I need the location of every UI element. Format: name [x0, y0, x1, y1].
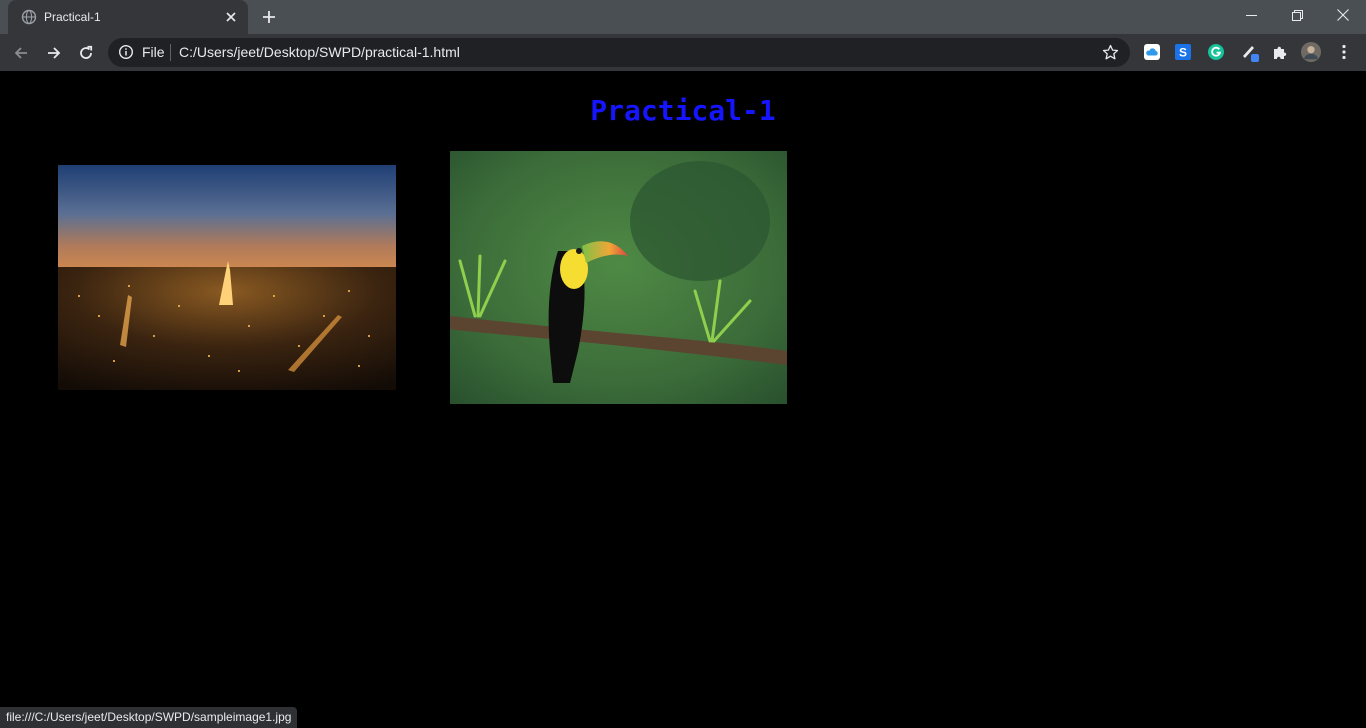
bookmark-star-icon[interactable]: [1102, 44, 1119, 61]
close-window-button[interactable]: [1320, 0, 1366, 30]
status-bar-url: file:///C:/Users/jeet/Desktop/SWPD/sampl…: [0, 707, 298, 728]
chip-divider: [170, 44, 171, 61]
tab-strip: Practical-1: [0, 0, 1366, 34]
paris-night-image[interactable]: [58, 165, 396, 390]
scheme-chip[interactable]: File: [142, 44, 165, 61]
browser-toolbar: File C:/Users/jeet/Desktop/SWPD/practica…: [0, 34, 1366, 71]
tab-title: Practical-1: [44, 10, 101, 24]
puzzle-icon[interactable]: [1270, 42, 1290, 62]
address-bar[interactable]: File C:/Users/jeet/Desktop/SWPD/practica…: [108, 38, 1130, 67]
kebab-menu-icon[interactable]: [1334, 42, 1354, 62]
svg-text:S: S: [1179, 46, 1187, 60]
info-icon[interactable]: [118, 44, 134, 60]
globe-icon: [21, 9, 37, 25]
minimize-window-button[interactable]: [1228, 0, 1274, 30]
page-heading: Practical-1: [590, 94, 776, 127]
s-extension-icon[interactable]: S: [1173, 42, 1193, 62]
toucan-image[interactable]: [450, 151, 787, 404]
forward-button[interactable]: [40, 39, 68, 67]
cloud-icon[interactable]: [1142, 42, 1162, 62]
url-text[interactable]: C:/Users/jeet/Desktop/SWPD/practical-1.h…: [179, 44, 460, 61]
pen-extension-icon[interactable]: [1240, 42, 1260, 62]
restore-window-button[interactable]: [1274, 0, 1320, 30]
tab-practical-1[interactable]: Practical-1: [8, 0, 248, 34]
reload-button[interactable]: [72, 39, 100, 67]
avatar[interactable]: [1301, 42, 1321, 62]
new-tab-button[interactable]: [258, 6, 280, 28]
close-tab-icon[interactable]: [222, 8, 240, 26]
grammarly-icon[interactable]: [1206, 42, 1226, 62]
page-content: Practical-1: [0, 71, 1366, 728]
back-button[interactable]: [7, 39, 35, 67]
